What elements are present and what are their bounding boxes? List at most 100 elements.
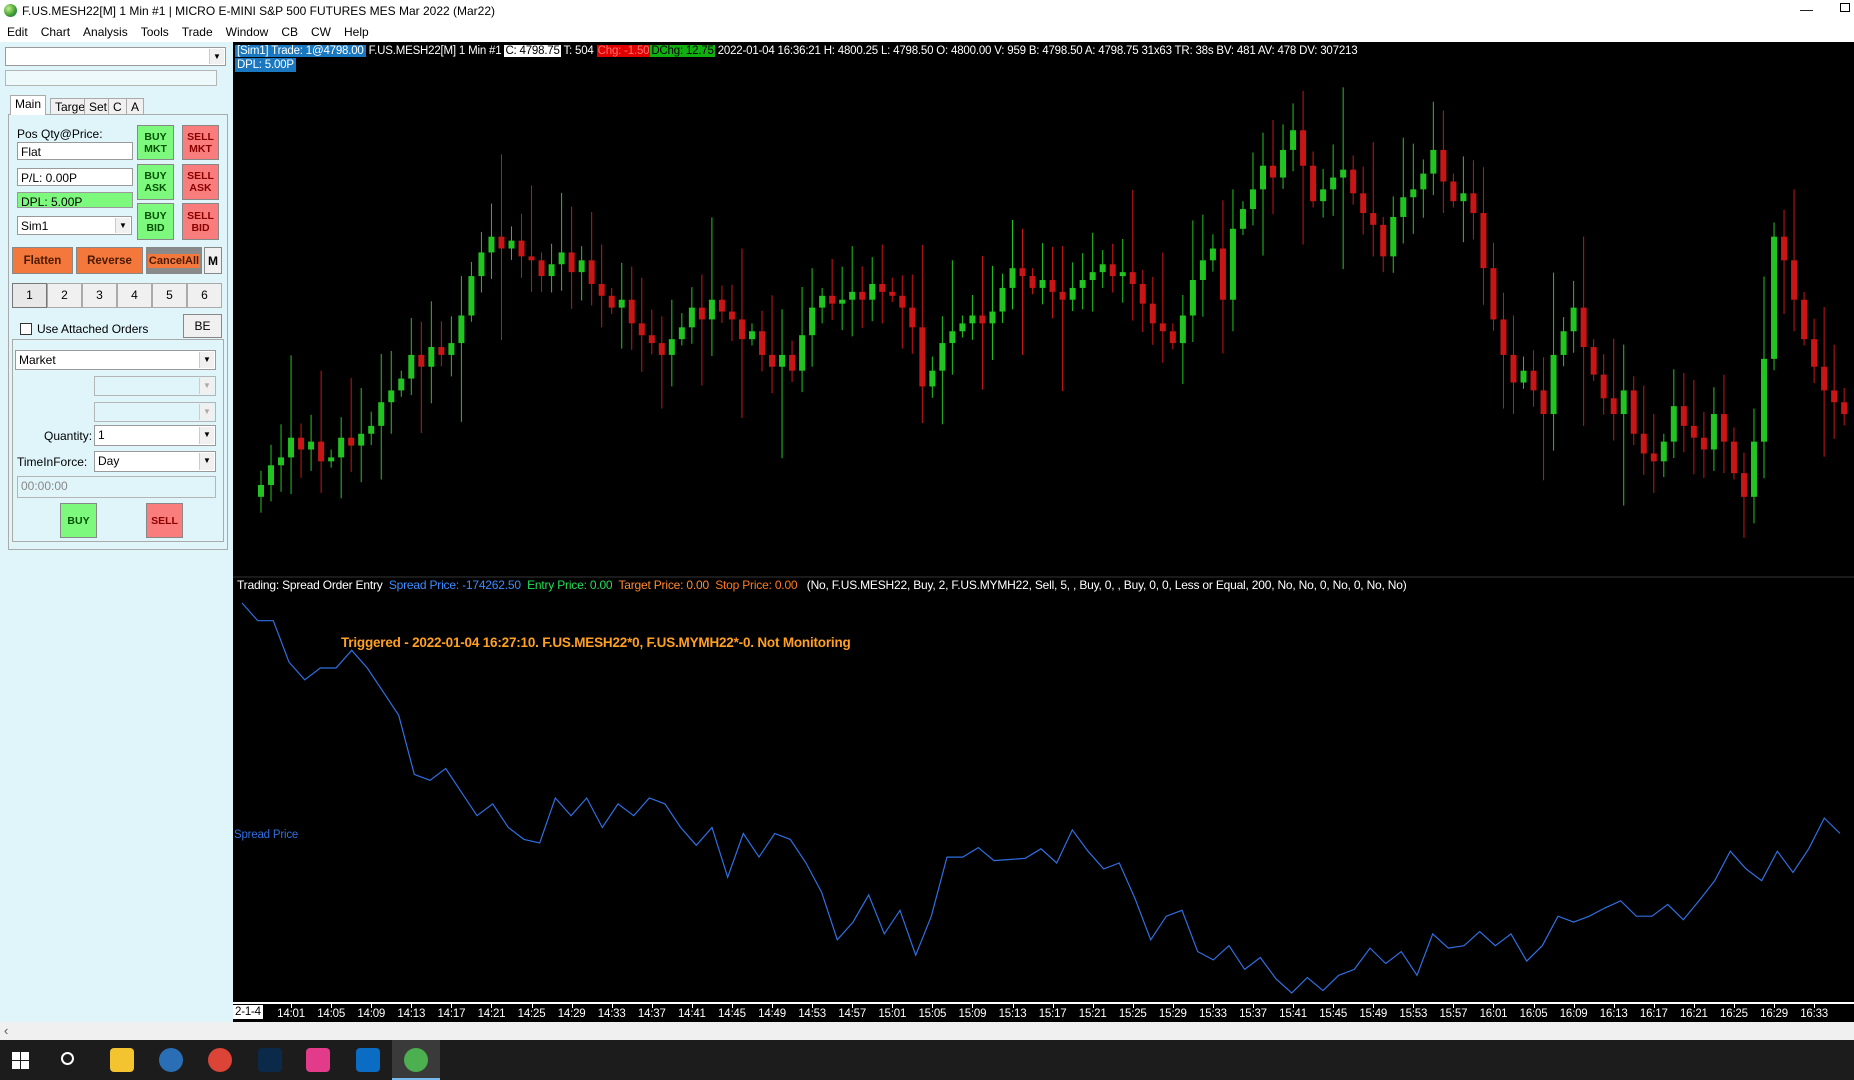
candle-down <box>909 307 916 328</box>
creative-cloud-icon[interactable] <box>306 1048 330 1072</box>
buy-ask-button[interactable]: BUY ASK <box>137 164 174 200</box>
candle-down <box>1600 374 1607 399</box>
candle-down <box>1781 236 1788 261</box>
account-select[interactable]: Sim1 ▼ <box>17 216 132 235</box>
candle-up <box>1761 358 1767 442</box>
quantity-preset-2[interactable]: 2 <box>47 283 82 308</box>
menu-chart[interactable]: Chart <box>34 22 76 39</box>
candle-down <box>769 354 776 367</box>
candle-down <box>1580 307 1587 348</box>
cancel-all-button[interactable]: CancelAll <box>146 247 202 274</box>
candle-up <box>1550 354 1557 415</box>
sell-bid-button[interactable]: SELL BID <box>182 203 219 240</box>
use-attached-checkbox[interactable] <box>20 323 32 335</box>
order-type-select[interactable]: Market ▼ <box>15 350 216 370</box>
quantity-preset-5[interactable]: 5 <box>152 283 187 308</box>
candle-down <box>1159 323 1166 332</box>
quantity-preset-4[interactable]: 4 <box>117 283 152 308</box>
candle-up <box>849 291 856 300</box>
candle-up <box>548 264 555 277</box>
account-combo[interactable]: ▼ <box>5 47 226 66</box>
candle-up <box>448 343 455 355</box>
order-params: (No, F.US.MESH22, Buy, 2, F.US.MYMH22, S… <box>806 578 1407 592</box>
windows-start-icon[interactable] <box>12 1052 29 1069</box>
menu-trade[interactable]: Trade <box>175 22 219 39</box>
candle-down <box>638 323 645 336</box>
candle-down <box>738 319 745 340</box>
tab-c[interactable]: C <box>108 98 127 114</box>
candle-up <box>809 307 816 336</box>
price-select-1: ▼ <box>94 376 216 396</box>
quantity-select[interactable]: 1 ▼ <box>94 425 216 446</box>
candle-down <box>648 335 655 344</box>
menu-analysis[interactable]: Analysis <box>76 22 134 39</box>
candle-up <box>408 354 415 379</box>
candle-up <box>1189 280 1196 316</box>
buy-button[interactable]: BUY <box>60 503 97 538</box>
spread-series-label: Spread Price <box>234 829 299 841</box>
candle-up <box>468 276 475 316</box>
search-icon[interactable] <box>61 1052 74 1065</box>
candle-down <box>789 354 796 371</box>
buy-bid-button[interactable]: BUY BID <box>137 203 174 240</box>
axis-tick-label: 16:05 <box>1519 1008 1548 1020</box>
time-field[interactable]: 00:00:00 <box>17 476 216 498</box>
menu-cw[interactable]: CW <box>304 22 337 39</box>
candle-down <box>1029 276 1036 288</box>
candle-up <box>368 425 375 434</box>
candle-up <box>428 347 435 367</box>
menu-help[interactable]: Help <box>337 22 375 39</box>
menu-edit[interactable]: Edit <box>0 22 34 39</box>
candle-down <box>1270 165 1277 178</box>
breakeven-button[interactable]: BE <box>183 314 222 338</box>
axis-tick-label: 14:17 <box>437 1008 466 1020</box>
reverse-button[interactable]: Reverse <box>76 247 143 274</box>
buy-market-button[interactable]: BUY MKT <box>137 125 174 160</box>
candle-down <box>588 260 595 284</box>
candle-down <box>1530 370 1537 391</box>
candle-down <box>899 295 906 308</box>
candle-up <box>268 465 275 485</box>
file-explorer-icon[interactable] <box>110 1048 134 1072</box>
chrome-icon[interactable] <box>208 1048 232 1072</box>
axis-tick-label: 15:53 <box>1399 1008 1428 1020</box>
axis-tick-label: 14:49 <box>758 1008 786 1020</box>
sell-ask-button[interactable]: SELL ASK <box>182 164 219 200</box>
tab-a[interactable]: A <box>126 98 145 114</box>
flatten-button[interactable]: Flatten <box>12 247 73 274</box>
candle-down <box>1640 433 1647 454</box>
quantity-preset-3[interactable]: 3 <box>82 283 117 308</box>
restore-button[interactable] <box>1840 3 1850 12</box>
chart-svg <box>241 87 1848 994</box>
axis-tick-label: 15:45 <box>1319 1008 1348 1020</box>
candle-up <box>1710 414 1717 450</box>
tab-main[interactable]: Main <box>10 95 47 115</box>
sell-market-button[interactable]: SELL MKT <box>182 125 219 160</box>
app-o-icon[interactable] <box>356 1048 380 1072</box>
menu-tools[interactable]: Tools <box>134 22 175 39</box>
horizontal-scrollbar[interactable]: ‹ <box>0 1022 1854 1040</box>
triggered-message: Triggered - 2022-01-04 16:27:10. F.US.ME… <box>341 635 851 650</box>
dpl-field: DPL: 5.00P <box>17 192 133 208</box>
candle-up <box>1410 189 1417 198</box>
scroll-left-arrow[interactable]: ‹ <box>4 1023 8 1038</box>
menu-bar: Edit Chart Analysis Tools Trade Window CB CW Hel… <box>0 22 1854 42</box>
chart-area[interactable]: [Sim1] Trade: 1@4798.00 F.US.MESH22[M] 1… <box>233 42 1854 1022</box>
minimize-button[interactable]: — <box>1800 2 1813 17</box>
menu-window[interactable]: Window <box>219 22 275 39</box>
sell-button[interactable]: SELL <box>146 503 183 538</box>
quantity-preset-1[interactable]: 1 <box>12 283 47 308</box>
photoshop-icon[interactable] <box>258 1048 282 1072</box>
menu-cb[interactable]: CB <box>274 22 304 39</box>
trading-app-icon[interactable] <box>404 1048 428 1072</box>
candle-down <box>879 283 886 292</box>
candle-down <box>1841 402 1848 415</box>
edge-icon[interactable] <box>159 1048 183 1072</box>
candle-up <box>488 236 495 253</box>
candle-down <box>518 240 525 257</box>
quantity-preset-6[interactable]: 6 <box>187 283 222 308</box>
tif-select[interactable]: Day ▼ <box>94 451 216 472</box>
m-button[interactable]: M <box>204 247 222 274</box>
axis-tick-label: 14:21 <box>477 1008 506 1020</box>
candle-down <box>1730 441 1737 474</box>
